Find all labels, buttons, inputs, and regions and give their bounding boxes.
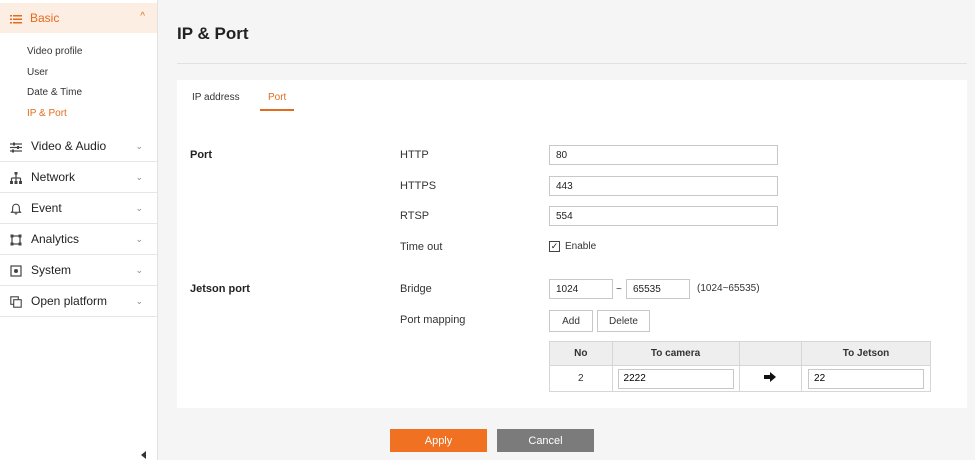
menu-system-label: System bbox=[31, 263, 72, 277]
column-header-to-camera: To camera bbox=[611, 341, 740, 366]
bridge-separator: ~ bbox=[616, 284, 622, 295]
menu-open-platform[interactable]: Open platform ⌄ bbox=[0, 286, 157, 317]
bridge-to-input[interactable] bbox=[626, 279, 690, 299]
table-header-row: No To camera To Jetson bbox=[549, 341, 931, 366]
table-row: 2 bbox=[549, 365, 931, 392]
chevron-down-icon: ⌄ bbox=[135, 141, 143, 151]
timeout-enable-checkbox[interactable]: ✓ bbox=[549, 241, 560, 252]
section-port-label: Port bbox=[190, 149, 212, 161]
to-jetson-input[interactable] bbox=[808, 368, 925, 389]
timeout-enable-label: Enable bbox=[565, 241, 597, 252]
column-header-arrow bbox=[738, 341, 803, 366]
https-port-input[interactable] bbox=[549, 176, 778, 196]
collapse-sidebar-icon[interactable] bbox=[141, 451, 146, 459]
tab-port[interactable]: Port bbox=[268, 92, 286, 103]
menu-video-audio-label: Video & Audio bbox=[31, 139, 107, 153]
section-jetson-port-label: Jetson port bbox=[190, 283, 250, 295]
chevron-down-icon: ⌄ bbox=[135, 296, 143, 306]
tab-ip-address[interactable]: IP address bbox=[192, 92, 240, 103]
tab-active-indicator bbox=[260, 109, 294, 111]
menu-analytics-label: Analytics bbox=[31, 232, 80, 246]
list-icon bbox=[10, 12, 22, 24]
timeout-label: Time out bbox=[400, 241, 443, 253]
to-camera-input[interactable] bbox=[617, 368, 734, 389]
sidebar-item-video-profile[interactable]: Video profile bbox=[27, 46, 82, 57]
arrow-right-icon bbox=[764, 372, 777, 385]
port-mapping-label: Port mapping bbox=[400, 314, 466, 326]
delete-mapping-button[interactable]: Delete bbox=[597, 310, 650, 332]
menu-event-label: Event bbox=[31, 201, 62, 215]
menu-network-label: Network bbox=[31, 170, 76, 184]
chevron-down-icon: ⌄ bbox=[135, 265, 143, 275]
sidebar-item-user[interactable]: User bbox=[27, 67, 48, 78]
sidebar-item-ip-port[interactable]: IP & Port bbox=[27, 108, 67, 119]
add-mapping-button[interactable]: Add bbox=[549, 310, 593, 332]
bridge-range-note: (1024~65535) bbox=[697, 283, 760, 294]
page-title: IP & Port bbox=[177, 24, 249, 43]
bridge-label: Bridge bbox=[400, 283, 432, 295]
menu-basic-label: Basic bbox=[30, 11, 60, 25]
menu-open-platform-label: Open platform bbox=[31, 294, 108, 308]
network-icon bbox=[10, 171, 22, 184]
row-no: 2 bbox=[549, 365, 613, 392]
port-mapping-table: No To camera To Jetson 2 bbox=[549, 341, 931, 392]
chevron-up-icon: ^ bbox=[140, 11, 145, 22]
menu-basic[interactable]: Basic ^ bbox=[0, 3, 157, 33]
chevron-down-icon: ⌄ bbox=[135, 234, 143, 244]
https-label: HTTPS bbox=[400, 180, 437, 192]
menu-event[interactable]: Event ⌄ bbox=[0, 193, 157, 224]
divider bbox=[177, 63, 967, 64]
http-port-input[interactable] bbox=[549, 145, 778, 165]
check-icon: ✓ bbox=[550, 241, 559, 251]
menu-analytics[interactable]: Analytics ⌄ bbox=[0, 224, 157, 255]
rtsp-label: RTSP bbox=[400, 210, 430, 222]
rtsp-port-input[interactable] bbox=[549, 206, 778, 226]
chevron-down-icon: ⌄ bbox=[135, 203, 143, 213]
cancel-button[interactable]: Cancel bbox=[497, 429, 594, 452]
to-camera-cell bbox=[611, 365, 740, 392]
apply-button[interactable]: Apply bbox=[390, 429, 487, 452]
arrow-cell bbox=[738, 365, 803, 392]
chevron-down-icon: ⌄ bbox=[135, 172, 143, 182]
sidebar: Basic ^ Video profile User Date & Time I… bbox=[0, 0, 158, 460]
open-platform-icon bbox=[10, 295, 22, 308]
sidebar-item-date-time[interactable]: Date & Time bbox=[27, 87, 82, 98]
sliders-icon bbox=[10, 140, 22, 153]
menu-network[interactable]: Network ⌄ bbox=[0, 162, 157, 193]
bridge-from-input[interactable] bbox=[549, 279, 613, 299]
http-label: HTTP bbox=[400, 149, 429, 161]
to-jetson-cell bbox=[801, 365, 931, 392]
menu-system[interactable]: System ⌄ bbox=[0, 255, 157, 286]
column-header-to-jetson: To Jetson bbox=[801, 341, 931, 366]
column-header-no: No bbox=[549, 341, 613, 366]
analytics-icon bbox=[10, 233, 22, 246]
system-icon bbox=[10, 264, 22, 277]
menu-video-audio[interactable]: Video & Audio ⌄ bbox=[0, 131, 157, 162]
bell-icon bbox=[10, 202, 22, 215]
